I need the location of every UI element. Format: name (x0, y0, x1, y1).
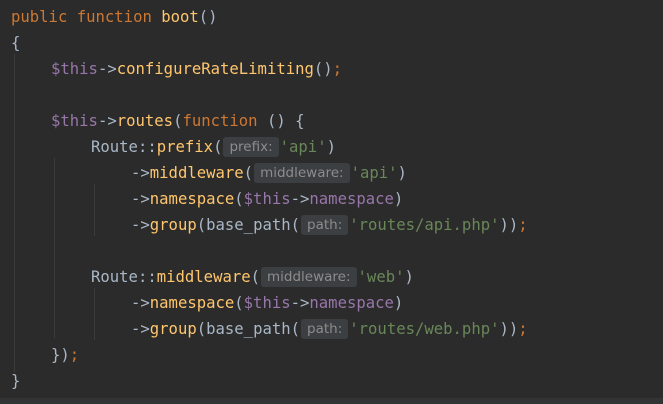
punctuation: ( (234, 190, 244, 208)
string-literal: 'routes/web.php' (349, 320, 500, 338)
punctuation: ) (393, 294, 404, 312)
function-name: boot (161, 8, 199, 26)
code-line-13[interactable]: ->group(base_path(path:'routes/web.php')… (131, 316, 528, 342)
keyword: function (182, 112, 258, 130)
string-literal: 'routes/api.php' (349, 216, 500, 234)
indent-guide (94, 288, 95, 340)
horizontal-scrollbar[interactable] (0, 398, 663, 404)
arrow-operator: -> (97, 112, 117, 130)
method-call: namespace (149, 294, 235, 312)
scope-operator: :: (137, 138, 157, 156)
punctuation: ) (393, 190, 404, 208)
punctuation: ( (250, 268, 261, 286)
indent-guide (54, 158, 55, 338)
indent-guide (94, 184, 95, 236)
arrow-operator: -> (131, 320, 150, 338)
code-line-12[interactable]: ->namespace($this->namespace) (131, 290, 403, 316)
punctuation: ( (213, 138, 223, 156)
arrow-operator: -> (290, 190, 310, 208)
brace: { (11, 34, 21, 52)
scope-operator: :: (137, 268, 157, 286)
method-call: group (149, 320, 197, 338)
variable: $this (243, 190, 291, 208)
method-call: configureRateLimiting (116, 60, 314, 78)
punctuation: )) (499, 216, 519, 234)
arrow-operator: -> (97, 60, 117, 78)
string-literal: 'api' (350, 164, 398, 182)
punctuation: }) (51, 346, 70, 364)
code-line-7[interactable]: ->middleware(middleware:'api') (131, 160, 407, 186)
punctuation: (base_path( (196, 320, 301, 338)
semicolon: ; (69, 346, 80, 364)
code-line-8[interactable]: ->namespace($this->namespace) (131, 186, 403, 212)
keyword: public (11, 8, 68, 26)
parameter-hint: path: (301, 215, 349, 235)
code-line-3[interactable]: $this->configureRateLimiting(); (51, 56, 342, 82)
brace: } (11, 372, 21, 390)
code-line-15[interactable]: } (11, 368, 20, 394)
method-call: namespace (149, 190, 235, 208)
string-literal: 'web' (357, 268, 405, 286)
method-call: middleware (156, 268, 251, 286)
property: namespace (309, 294, 394, 312)
code-line-6[interactable]: Route::prefix(prefix:'api') (91, 134, 336, 160)
code-line-1[interactable]: public function boot() (11, 4, 218, 30)
punctuation: () (198, 8, 218, 26)
semicolon: ; (518, 320, 528, 338)
method-call: prefix (156, 138, 214, 156)
property: namespace (309, 190, 394, 208)
variable: $this (51, 112, 98, 130)
parameter-hint: middleware: (254, 163, 350, 183)
keyword: function (76, 8, 152, 26)
string-literal: 'api' (279, 138, 327, 156)
arrow-operator: -> (131, 294, 150, 312)
method-call: group (149, 216, 197, 234)
arrow-operator: -> (131, 164, 150, 182)
class-name: Route (91, 138, 138, 156)
punctuation: ) (326, 138, 336, 156)
punctuation: () (313, 60, 333, 78)
method-call: routes (116, 112, 174, 130)
code-line-5[interactable]: $this->routes(function () { (51, 108, 305, 134)
punctuation: () { (257, 112, 305, 130)
variable: $this (243, 294, 291, 312)
indent-guide (14, 54, 15, 372)
arrow-operator: -> (131, 190, 150, 208)
punctuation: ) (404, 268, 414, 286)
code-editor[interactable]: public function boot() { $this->configur… (0, 0, 663, 404)
method-call: middleware (149, 164, 244, 182)
code-line-11[interactable]: Route::middleware(middleware:'web') (91, 264, 414, 290)
semicolon: ; (332, 60, 343, 78)
punctuation: ) (397, 164, 407, 182)
class-name: Route (91, 268, 138, 286)
code-line-2[interactable]: { (11, 30, 20, 56)
punctuation: )) (499, 320, 519, 338)
parameter-hint: prefix: (223, 137, 279, 157)
punctuation: (base_path( (196, 216, 301, 234)
parameter-hint: middleware: (261, 267, 357, 287)
arrow-operator: -> (131, 216, 150, 234)
code-line-14[interactable]: }); (51, 342, 79, 368)
parameter-hint: path: (301, 319, 349, 339)
code-line-9[interactable]: ->group(base_path(path:'routes/api.php')… (131, 212, 528, 238)
variable: $this (51, 60, 98, 78)
punctuation: ( (243, 164, 254, 182)
punctuation: ( (234, 294, 244, 312)
semicolon: ; (518, 216, 528, 234)
arrow-operator: -> (290, 294, 310, 312)
